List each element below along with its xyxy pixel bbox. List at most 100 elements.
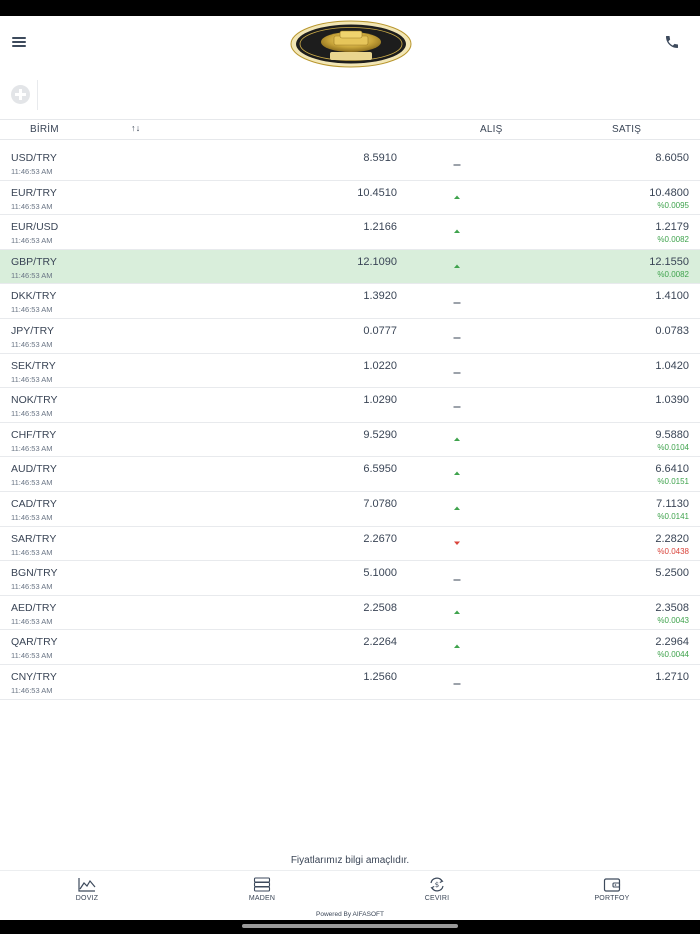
rate-sell-value: 9.5880 (655, 428, 689, 441)
rate-buy-value: 9.5290 (363, 428, 397, 441)
rate-row[interactable]: GBP/TRY 11:46:53 AM 12.1090 12.1550 %0.0082 (0, 249, 700, 285)
rate-row[interactable]: BGN/TRY 11:46:53 AM 5.1000 5.2500 (0, 561, 700, 596)
rate-buy-value: 1.2560 (363, 670, 397, 683)
rate-change-percent: %0.0044 (657, 650, 689, 660)
chart-line-icon (78, 878, 96, 892)
trend-up-icon (454, 229, 460, 234)
rate-sell-value: 12.1550 (649, 255, 689, 268)
rate-update-time: 11:46:53 AM (11, 616, 53, 626)
rate-update-time: 11:46:53 AM (11, 236, 53, 246)
toolbar-divider (37, 80, 38, 110)
rate-row[interactable]: EUR/TRY 11:46:53 AM 10.4510 10.4800 %0.0095 (0, 181, 700, 216)
wallet-icon (603, 878, 621, 892)
company-logo (290, 20, 412, 68)
trend-up-icon (454, 264, 460, 268)
rate-update-time: 11:46:53 AM (11, 201, 53, 211)
rate-row[interactable]: CHF/TRY 11:46:53 AM 9.5290 9.5880 %0.0104 (0, 423, 700, 458)
rate-update-time: 11:46:53 AM (11, 305, 53, 315)
rate-change-percent: %0.0151 (657, 477, 689, 487)
rate-buy-value: 2.2508 (363, 601, 397, 614)
rate-pair-name: EUR/TRY (11, 186, 57, 199)
rate-update-time: 11:46:53 AM (11, 443, 53, 453)
hamburger-menu-icon[interactable] (12, 36, 26, 48)
rate-row[interactable]: AED/TRY 11:46:53 AM 2.2508 2.3508 %0.0043 (0, 596, 700, 631)
rate-row[interactable]: USD/TRY 11:46:53 AM 8.5910 8.6050 (0, 146, 700, 181)
rate-change-percent: %0.0095 (657, 200, 689, 210)
rate-pair-name: DKK/TRY (11, 290, 57, 303)
phone-icon[interactable] (664, 34, 680, 50)
rate-change-percent: %0.0082 (657, 269, 689, 279)
rate-sell-value: 1.4100 (655, 290, 689, 303)
trend-flat-icon (453, 683, 461, 685)
rates-list: USD/TRY 11:46:53 AM 8.5910 8.6050 EUR/TRY 11:… (0, 146, 700, 700)
rate-pair-name: CHF/TRY (11, 428, 57, 441)
sort-toggle-icon[interactable]: ↑↓ (131, 123, 140, 133)
rate-row[interactable]: QAR/TRY 11:46:53 AM 2.2264 2.2964 %0.0044 (0, 630, 700, 665)
currency-exchange-icon: $ (430, 877, 444, 892)
rate-row[interactable]: NOK/TRY 11:46:53 AM 1.0290 1.0390 (0, 388, 700, 423)
rate-change-percent: %0.0082 (657, 235, 689, 245)
rate-buy-value: 1.0220 (363, 359, 397, 372)
nav-label-portfoy: PORTFOY (594, 895, 630, 902)
column-header-unit: BİRİM (30, 124, 59, 135)
rate-row[interactable]: EUR/USD 11:46:53 AM 1.2166 1.2179 %0.0082 (0, 215, 700, 250)
rate-row[interactable]: CNY/TRY 11:46:53 AM 1.2560 1.2710 (0, 665, 700, 700)
status-bar (0, 0, 700, 16)
rate-update-time: 11:46:53 AM (11, 167, 53, 176)
rate-sell-value: 2.2964 (655, 636, 689, 649)
rate-change-percent: %0.0043 (657, 615, 689, 625)
nav-tab-maden[interactable]: MADEN (232, 877, 292, 902)
rate-row[interactable]: SEK/TRY 11:46:53 AM 1.0220 1.0420 (0, 354, 700, 389)
trend-flat-icon (453, 337, 461, 339)
add-circle-icon[interactable] (11, 85, 30, 104)
trend-up-icon (454, 195, 460, 199)
trend-up-icon (454, 610, 460, 614)
home-indicator[interactable] (242, 924, 458, 928)
add-toolbar (0, 78, 700, 112)
rate-row[interactable]: SAR/TRY 11:46:53 AM 2.2670 2.2820 %0.0438 (0, 527, 700, 562)
trend-flat-icon (453, 372, 461, 374)
rate-pair-name: GBP/TRY (11, 255, 57, 268)
rate-pair-name: AED/TRY (11, 601, 57, 614)
rate-row[interactable]: DKK/TRY 11:46:53 AM 1.3920 1.4100 (0, 284, 700, 319)
trend-up-icon (454, 644, 460, 649)
rate-sell-value: 8.6050 (655, 152, 689, 164)
rate-pair-name: BGN/TRY (11, 567, 58, 580)
rate-row[interactable]: CAD/TRY 11:46:53 AM 7.0780 7.1130 %0.0141 (0, 492, 700, 527)
nav-tab-doviz[interactable]: DOVIZ (57, 877, 117, 902)
rate-buy-value: 10.4510 (357, 186, 397, 199)
rate-sell-value: 10.4800 (649, 186, 689, 199)
nav-tab-portfoy[interactable]: PORTFOY (582, 877, 642, 902)
trend-flat-icon (453, 302, 461, 304)
rate-sell-value: 1.0390 (655, 394, 689, 407)
rate-buy-value: 2.2670 (363, 532, 397, 545)
rate-pair-name: QAR/TRY (11, 636, 58, 649)
rate-change-percent: %0.0438 (657, 546, 689, 556)
rate-buy-value: 6.5950 (363, 463, 397, 476)
rate-update-time: 11:46:53 AM (11, 685, 53, 695)
column-header-buy: ALIŞ (480, 124, 503, 135)
rate-pair-name: CNY/TRY (11, 670, 57, 683)
nav-tab-ceviri[interactable]: $ CEVIRI (407, 877, 467, 902)
nav-label-doviz: DOVIZ (75, 895, 99, 902)
rate-buy-value: 12.1090 (357, 255, 397, 268)
rate-pair-name: JPY/TRY (11, 324, 54, 337)
rate-row[interactable]: JPY/TRY 11:46:53 AM 0.0777 0.0783 (0, 319, 700, 354)
svg-text:$: $ (435, 881, 439, 889)
rate-update-time: 11:46:53 AM (11, 651, 53, 661)
nav-label-maden: MADEN (248, 895, 276, 902)
rate-pair-name: CAD/TRY (11, 497, 57, 510)
rate-sell-value: 2.2820 (655, 532, 689, 545)
rate-buy-value: 1.3920 (363, 290, 397, 303)
powered-by-text: Powered By AIFASOFT (316, 911, 384, 918)
rate-buy-value: 0.0777 (363, 324, 397, 337)
rate-change-percent: %0.0141 (657, 511, 689, 521)
trend-flat-icon (453, 579, 461, 581)
rate-row[interactable]: AUD/TRY 11:46:53 AM 6.5950 6.6410 %0.0151 (0, 457, 700, 492)
rate-buy-value: 8.5910 (363, 152, 397, 164)
rate-sell-value: 1.0420 (655, 359, 689, 372)
rate-pair-name: SAR/TRY (11, 532, 57, 545)
rate-update-time: 11:46:53 AM (11, 478, 53, 488)
rate-pair-name: NOK/TRY (11, 394, 58, 407)
rate-pair-name: AUD/TRY (11, 463, 57, 476)
